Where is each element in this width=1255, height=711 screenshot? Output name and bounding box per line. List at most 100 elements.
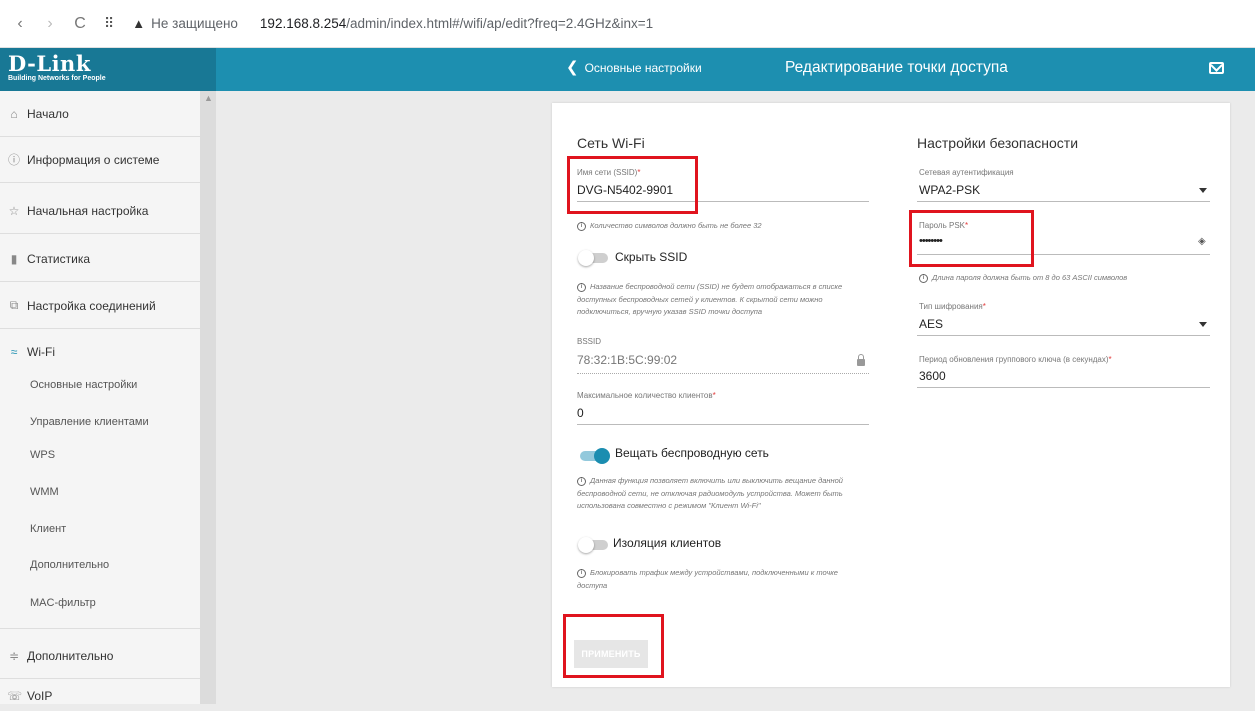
broadcast-hint: i Данная функция позволяет включить или в… [577,475,843,513]
sidebar-item-connections[interactable]: ⧉ Настройка соединений [0,283,200,329]
hint-line: использована совместно с режимом "Клиент… [577,501,761,510]
bssid-label: BSSID [577,337,602,346]
eye-toggle-icon[interactable]: ◈ [1198,236,1206,247]
sidebar-item-label: Дополнительно [27,648,114,663]
back-to-basic-settings-link[interactable]: ❮ Основные настройки [566,59,702,76]
psk-hint-text: Длина пароля должна быть от 8 до 63 ASCI… [932,273,1128,282]
info-icon: i [577,568,586,578]
cipher-select[interactable]: AES [919,317,943,331]
toggle-knob [578,537,594,553]
rekey-label: Период обновления группового ключа (в се… [919,355,1112,364]
sidebar-subitem-client-management[interactable]: Управление клиентами [0,403,200,440]
sidebar-item-system-info[interactable]: ⓘ Информация о системе [0,137,200,183]
psk-hint: i Длина пароля должна быть от 8 до 63 ASC… [919,272,1127,285]
top-header: D-Link Building Networks for People ❮ Ос… [0,48,1255,91]
reload-icon[interactable]: C [70,15,90,33]
sliders-icon: ≑ [8,648,20,663]
url-host: 192.168.8.254 [259,16,347,31]
home-icon: ⌂ [10,106,18,121]
client-isolation-toggle[interactable] [578,537,608,553]
wifi-icon: ≈ [10,345,18,359]
sidebar-divider [0,628,200,629]
cipher-label: Тип шифрования* [919,302,986,311]
sidebar-item-advanced[interactable]: ≑ Дополнительно [0,633,200,679]
sidebar-subitem-basic-settings[interactable]: Основные настройки [0,366,200,403]
sidebar-subitem-client[interactable]: Клиент [0,510,200,547]
sidebar-item-home[interactable]: ⌂ Начало [0,91,200,137]
back-arrow-icon[interactable]: ‹ [10,15,30,33]
sidebar-item-wifi[interactable]: ≈ Wi-Fi [0,337,200,367]
chevron-left-icon: ❮ [566,59,579,76]
sidebar-item-label: Настройка соединений [27,298,156,313]
back-link-label: Основные настройки [584,61,702,75]
broadcast-label: Вещать беспроводную сеть [615,446,769,460]
hide-ssid-toggle[interactable] [578,250,608,266]
hint-line: подключиться, вручную указав SSID точки … [577,307,763,316]
rekey-input[interactable]: 3600 [919,369,946,383]
page-title: Редактирование точки доступа [785,59,1008,76]
hint-line: доступных беспроводных сетей у клиентов.… [577,294,823,304]
sidebar-item-label: Статистика [27,251,91,266]
max-clients-label-text: Максимальное количество клиентов [577,391,713,400]
ssid-hint-text: Количество символов должно быть не более… [590,221,762,230]
client-isolation-label: Изоляция клиентов [613,536,722,550]
dlink-logo[interactable]: D-Link Building Networks for People [0,48,216,91]
info-icon: ⓘ [7,153,20,167]
sidebar-scrollbar[interactable]: ▲ [200,91,216,704]
broadcast-toggle[interactable] [580,448,610,464]
max-clients-input[interactable]: 0 [577,406,584,420]
address-bar[interactable]: 192.168.8.254/admin/index.html#/wifi/ap/… [260,16,653,31]
hint-line: Блокировать трафик между устройствами, п… [590,568,838,577]
hint-line: Название беспроводной сети (SSID) не буд… [590,282,843,291]
max-clients-label: Максимальное количество клиентов* [577,391,716,400]
logo-text: D-Link [8,51,91,76]
info-icon: i [577,221,586,231]
sidebar-subitem-advanced[interactable]: Дополнительно [0,546,200,583]
sidebar-item-initial-setup[interactable]: ☆ Начальная настройка [0,188,200,234]
apps-grid-icon[interactable]: ⠿ [104,15,114,32]
sidebar-item-label: Начальная настройка [27,203,149,218]
wifi-section-title: Сеть Wi-Fi [577,135,645,151]
info-icon: i [919,273,928,283]
sidebar-subitem-mac-filter[interactable]: MAC-фильтр [0,584,200,621]
hide-ssid-label: Скрыть SSID [615,250,688,264]
rekey-underline [917,387,1210,388]
sidebar-subitem-wps[interactable]: WPS [0,436,200,473]
hint-line: беспроводной сети, не отключая радиомоду… [577,488,843,498]
auth-label: Сетевая аутентификация [919,168,1014,177]
sidebar-item-voip[interactable]: ☏ VoIP [0,681,200,711]
scroll-up-icon[interactable]: ▲ [204,93,213,103]
warning-triangle-icon[interactable]: ▲ [132,16,145,31]
ssid-highlight-box [567,156,698,214]
chevron-down-icon[interactable] [1199,322,1207,327]
logo-tagline: Building Networks for People [8,75,106,82]
sidebar-item-label: Wi-Fi [27,345,55,359]
sidebar-item-label: VoIP [27,689,53,703]
insecure-label[interactable]: Не защищено [151,16,238,31]
sidebar-item-statistics[interactable]: ▮ Статистика [0,236,200,282]
hide-ssid-hint: i Название беспроводной сети (SSID) не бу… [577,281,842,319]
psk-highlight-box [909,210,1034,267]
client-isolation-hint: i Блокировать трафик между устройствами, … [577,567,838,592]
sidebar-subitem-wmm[interactable]: WMM [0,473,200,510]
ssid-hint: i Количество символов должно быть не боле… [577,220,762,233]
toggle-knob [594,448,610,464]
apply-highlight-box [563,614,664,678]
cipher-label-text: Тип шифрования [919,302,983,311]
info-icon: i [577,476,586,486]
wizard-icon: ☆ [8,203,20,218]
sidebar-item-label: Начало [27,106,69,121]
bssid-underline [577,373,869,374]
forward-arrow-icon[interactable]: › [40,15,60,33]
chevron-down-icon[interactable] [1199,188,1207,193]
sidebar: ⌂ Начало ⓘ Информация о системе ☆ Началь… [0,91,216,704]
mail-icon[interactable] [1209,62,1224,74]
hint-line: доступа [577,580,608,590]
browser-toolbar: ‹ › C ⠿ ▲ Не защищено 192.168.8.254/admi… [0,0,1255,48]
max-clients-underline [577,424,869,425]
info-icon: i [577,282,586,292]
cipher-underline [917,335,1210,336]
connections-icon: ⧉ [9,298,19,312]
url-path: /admin/index.html#/wifi/ap/edit?freq=2.4… [346,16,654,31]
auth-select[interactable]: WPA2-PSK [919,183,980,197]
